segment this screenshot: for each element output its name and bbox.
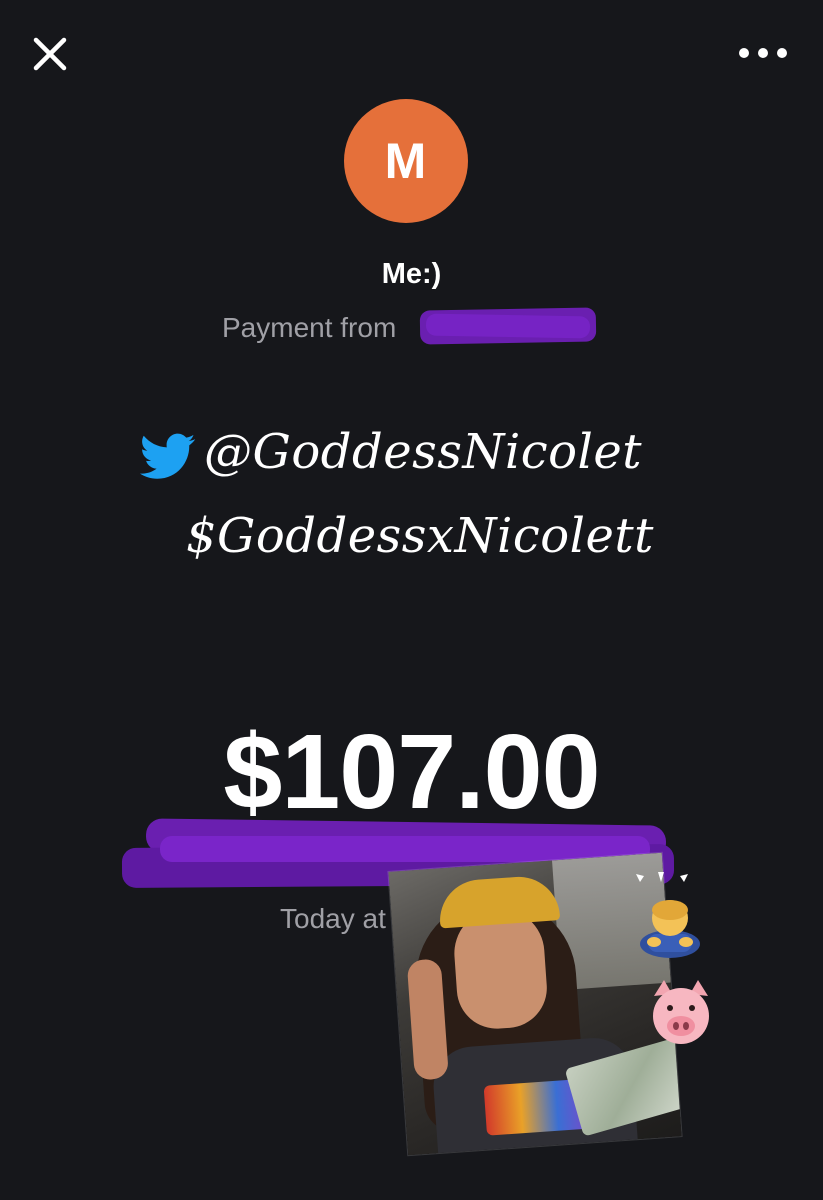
more-options-button[interactable] <box>736 40 790 66</box>
cap <box>437 874 561 929</box>
twitter-handle-text: @GoddessNicolet <box>204 424 643 480</box>
pig-face-emoji <box>653 980 709 1044</box>
close-icon <box>33 37 67 71</box>
payment-from-label: Payment from <box>222 312 397 343</box>
avatar[interactable]: M <box>344 99 468 223</box>
cashtag-text: $GoddessxNicolett <box>186 508 654 564</box>
more-horizontal-icon <box>739 48 787 58</box>
twitter-bird-icon <box>140 433 196 479</box>
recipient-name: Me:) <box>381 258 442 290</box>
payment-detail-screen: M Me:) Payment from @GoddessNicolet $God… <box>0 0 823 1200</box>
close-button[interactable] <box>30 34 70 74</box>
person-bowing-emoji <box>640 900 700 958</box>
payment-timestamp: Today at <box>280 903 386 934</box>
payment-amount: $107.00 <box>223 713 600 831</box>
redaction-mark <box>425 313 591 339</box>
avatar-initial: M <box>384 133 428 189</box>
